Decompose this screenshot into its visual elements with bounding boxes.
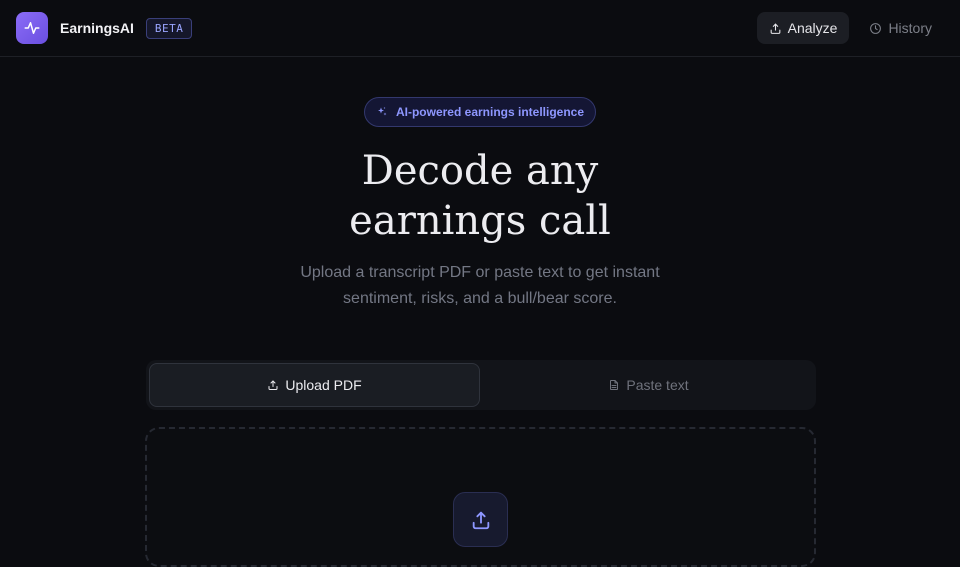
feature-pill: AI-powered earnings intelligence <box>364 97 596 127</box>
brand-name: EarningsAI <box>60 20 134 36</box>
upload-icon <box>770 23 780 34</box>
nav-history[interactable]: History <box>857 12 944 44</box>
main-nav: Analyze History <box>756 12 944 44</box>
top-bar: EarningsAI BETA Analyze History <box>0 0 960 57</box>
page-title: Decode any earnings call <box>0 146 960 246</box>
nav-analyze[interactable]: Analyze <box>756 12 850 44</box>
tab-upload-pdf-label: Upload PDF <box>285 377 362 393</box>
page-title-line-2: earnings call <box>349 198 611 244</box>
tab-paste-text[interactable]: Paste text <box>484 363 813 407</box>
page-subtitle-line-2: sentiment, risks, and a bull/bear score. <box>343 290 617 307</box>
feature-pill-label: AI-powered earnings intelligence <box>395 105 585 119</box>
upload-icon <box>268 380 278 390</box>
input-mode-tabs: Upload PDF Paste text <box>146 360 816 410</box>
page-subtitle-line-1: Upload a transcript PDF or paste text to… <box>300 264 660 281</box>
upload-icon <box>472 511 489 529</box>
pulse-icon <box>24 22 40 34</box>
app-logo[interactable] <box>16 12 48 44</box>
clock-icon <box>870 22 882 34</box>
document-icon <box>610 380 619 390</box>
beta-badge: BETA <box>145 17 193 39</box>
page-title-line-1: Decode any <box>361 148 599 194</box>
tab-paste-text-label: Paste text <box>626 377 689 393</box>
nav-history-label: History <box>888 20 932 36</box>
dropzone-upload-button[interactable] <box>453 492 508 547</box>
tab-upload-pdf[interactable]: Upload PDF <box>149 363 480 407</box>
sparkle-icon <box>377 107 387 116</box>
page-subtitle: Upload a transcript PDF or paste text to… <box>280 260 680 312</box>
nav-analyze-label: Analyze <box>787 20 838 36</box>
